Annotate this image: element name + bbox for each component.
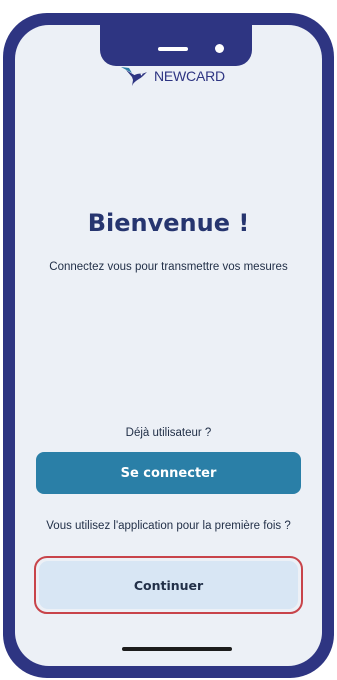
phone-frame: NEWCARD Bienvenue ! Connectez vous pour … (3, 13, 334, 678)
continue-button[interactable]: Continuer (39, 561, 298, 609)
app-logo: NEWCARD (120, 65, 225, 87)
hummingbird-logo-icon (121, 67, 147, 86)
welcome-title: Bienvenue ! (87, 209, 250, 237)
login-button[interactable]: Se connecter (36, 452, 301, 494)
home-indicator[interactable] (122, 647, 232, 651)
phone-notch (100, 25, 252, 66)
brand-name: NEWCARD (154, 68, 225, 84)
speaker-grille (158, 47, 188, 51)
front-camera-icon (215, 44, 224, 53)
app-screen: NEWCARD Bienvenue ! Connectez vous pour … (15, 25, 322, 666)
welcome-subtitle: Connectez vous pour transmettre vos mesu… (49, 261, 288, 273)
returning-user-label: Déjà utilisateur ? (125, 427, 212, 439)
first-time-label: Vous utilisez l'application pour la prem… (46, 520, 291, 532)
